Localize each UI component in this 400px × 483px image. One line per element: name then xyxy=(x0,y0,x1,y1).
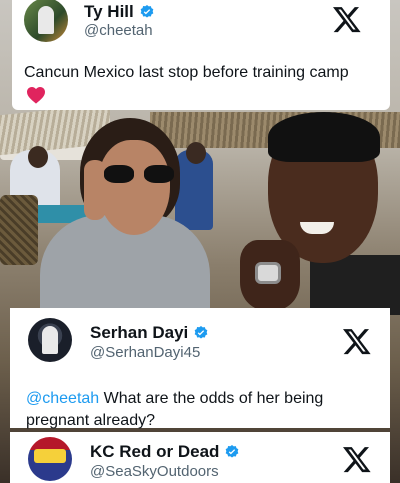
man-jacket xyxy=(310,255,400,315)
tweet-text: @cheetah What are the odds of her being … xyxy=(26,388,356,432)
sunglasses xyxy=(104,165,180,183)
avatar-figure xyxy=(38,6,54,34)
x-logo-icon[interactable] xyxy=(342,444,372,474)
verified-badge-icon xyxy=(224,444,240,460)
red-heart-icon xyxy=(26,86,46,104)
x-logo-icon[interactable] xyxy=(342,326,372,356)
woman-face xyxy=(98,140,170,235)
tweet-card-ty-hill[interactable]: Ty Hill @cheetah Cancun Mexico last stop… xyxy=(12,0,390,110)
author-name-text: Ty Hill xyxy=(84,2,134,21)
author-handle[interactable]: @SeaSkyOutdoors xyxy=(90,463,219,480)
author-handle[interactable]: @cheetah xyxy=(84,22,153,39)
x-logo-icon[interactable] xyxy=(332,4,362,34)
avatar[interactable] xyxy=(28,437,72,481)
championship-ring xyxy=(255,262,281,284)
verified-badge-icon xyxy=(193,325,209,341)
author-name[interactable]: KC Red or Dead xyxy=(90,442,240,462)
wicker-chair xyxy=(0,195,38,265)
woman-arm xyxy=(84,160,106,220)
avatar-banner xyxy=(34,449,66,463)
author-name[interactable]: Serhan Dayi xyxy=(90,323,209,343)
tweet-card-serhan-dayi[interactable]: Serhan Dayi @SerhanDayi45 @cheetah What … xyxy=(10,308,390,429)
man-hair xyxy=(268,112,380,162)
verified-badge-icon xyxy=(139,4,155,20)
waiter-head xyxy=(186,142,206,164)
tweet-card-kc-red-or-dead[interactable]: KC Red or Dead @SeaSkyOutdoors xyxy=(10,432,390,483)
author-name-text: KC Red or Dead xyxy=(90,442,220,461)
mention-link[interactable]: @cheetah xyxy=(26,390,99,407)
author-name[interactable]: Ty Hill xyxy=(84,2,155,22)
background-man-head xyxy=(28,146,48,168)
tweet-text: Cancun Mexico last stop before training … xyxy=(24,64,349,81)
avatar[interactable] xyxy=(24,0,68,42)
avatar[interactable] xyxy=(28,318,72,362)
avatar-figure xyxy=(42,326,58,354)
author-handle[interactable]: @SerhanDayi45 xyxy=(90,344,200,361)
author-name-text: Serhan Dayi xyxy=(90,323,189,342)
